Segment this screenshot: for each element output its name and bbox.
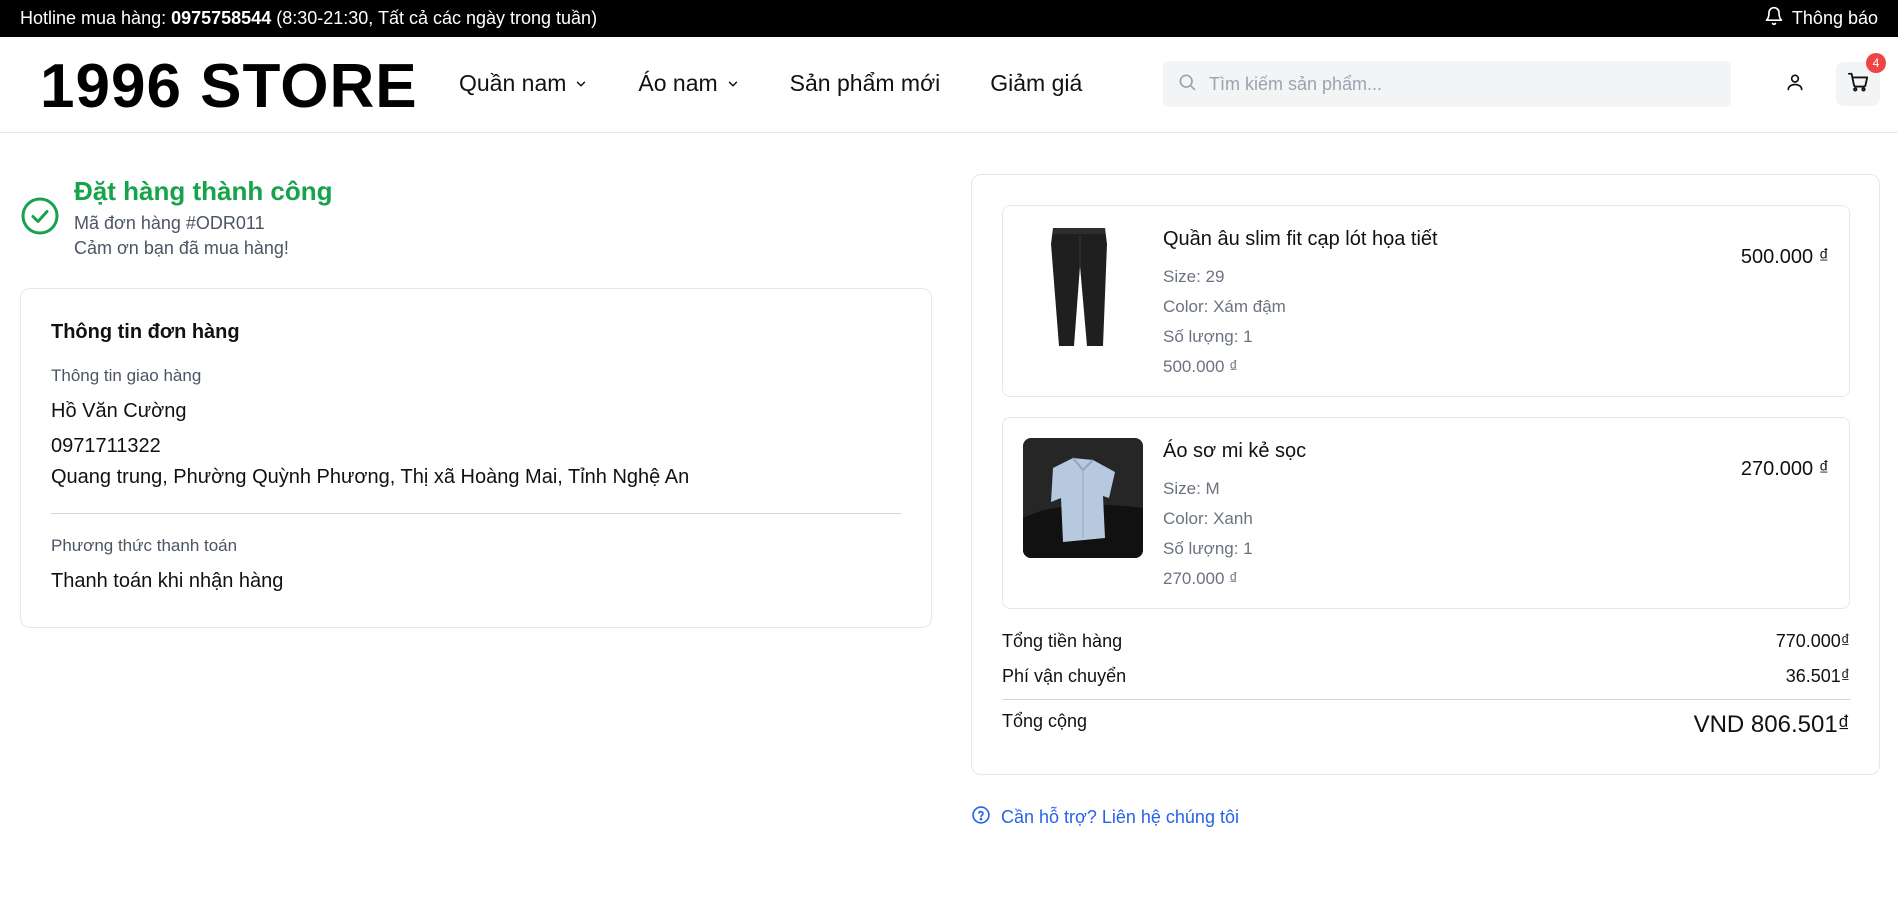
- total-row: Tổng cộng VND 806.501₫: [1002, 711, 1850, 739]
- notification-label: Thông báo: [1791, 8, 1878, 28]
- cart-count-badge: 4: [1866, 53, 1886, 73]
- shipping-fee-row: Phí vận chuyển 36.501₫: [1002, 666, 1850, 687]
- product-image-trousers[interactable]: [1023, 226, 1143, 346]
- top-announcement-bar: Hotline mua hàng: 0975758544 (8:30-21:30…: [0, 0, 1898, 37]
- help-circle-icon: [971, 805, 991, 830]
- hotline-prefix: Hotline mua hàng:: [20, 8, 172, 28]
- chevron-down-icon: [726, 70, 740, 97]
- search-input[interactable]: [1209, 73, 1709, 95]
- customer-address: Quang trung, Phường Quỳnh Phương, Thị xã…: [51, 466, 690, 488]
- product-meta: Size: M Color: Xanh Số lượng: 1 270.000 …: [1163, 474, 1253, 594]
- product-name[interactable]: Áo sơ mi kẻ sọc: [1163, 440, 1306, 463]
- nav-label: Quần nam: [459, 70, 567, 96]
- nav-item-giam-gia[interactable]: Giảm giá: [990, 70, 1082, 97]
- shipping-fee-label: Phí vận chuyển: [1002, 666, 1127, 686]
- hotline-text: Hotline mua hàng: 0975758544 (8:30-21:30…: [20, 8, 597, 29]
- customer-name: Hồ Văn Cường: [51, 400, 187, 422]
- product-unit-price: 270.000 ₫: [1163, 569, 1238, 588]
- notification-button[interactable]: Thông báo: [1764, 6, 1878, 31]
- check-circle-icon: [20, 196, 60, 236]
- customer-phone: 0971711322: [51, 435, 161, 457]
- bell-icon: [1764, 6, 1784, 31]
- product-size: Size: M: [1163, 479, 1220, 498]
- order-summary-panel: Quần âu slim fit cạp lót họa tiết Size: …: [971, 174, 1880, 775]
- nav-label: Giảm giá: [990, 70, 1083, 96]
- nav-label: Sản phẩm mới: [789, 70, 941, 96]
- product-name[interactable]: Quần âu slim fit cạp lót họa tiết: [1163, 228, 1438, 251]
- subtotal-value: 770.000₫: [1775, 631, 1850, 651]
- payment-method-label: Phương thức thanh toán: [51, 536, 238, 555]
- support-link-text: Cần hỗ trợ? Liên hệ chúng tôi: [1001, 807, 1239, 827]
- product-quantity: Số lượng: 1: [1163, 327, 1253, 346]
- total-value: VND 806.501₫: [1693, 711, 1850, 738]
- product-price: 270.000 ₫: [1740, 458, 1829, 480]
- search-box: [1163, 61, 1731, 107]
- shipping-info-label: Thông tin giao hàng: [51, 366, 202, 385]
- product-color: Color: Xám đậm: [1163, 297, 1286, 316]
- order-code: Mã đơn hàng #ODR011: [74, 213, 265, 233]
- section-divider: [51, 513, 901, 514]
- product-color: Color: Xanh: [1163, 509, 1253, 528]
- subtotal-row: Tổng tiền hàng 770.000₫: [1002, 631, 1850, 652]
- payment-method: Thanh toán khi nhận hàng: [51, 570, 284, 592]
- support-link[interactable]: Cần hỗ trợ? Liên hệ chúng tôi: [971, 805, 1239, 830]
- product-size: Size: 29: [1163, 267, 1225, 286]
- hotline-number[interactable]: 0975758544: [171, 8, 271, 28]
- product-quantity: Số lượng: 1: [1163, 539, 1253, 558]
- order-info-card: Thông tin đơn hàng Thông tin giao hàng H…: [20, 288, 932, 628]
- product-meta: Size: 29 Color: Xám đậm Số lượng: 1 500.…: [1163, 262, 1286, 382]
- cart-button[interactable]: 4: [1836, 53, 1886, 106]
- success-title: Đặt hàng thành công: [74, 176, 333, 206]
- product-image-shirt[interactable]: [1023, 438, 1143, 558]
- site-header: 1996 STORE Quần nam Áo nam Sản phẩm mới …: [0, 37, 1898, 133]
- order-item: Quần âu slim fit cạp lót họa tiết Size: …: [1002, 205, 1850, 397]
- total-label: Tổng cộng: [1002, 711, 1088, 731]
- order-success-message: Đặt hàng thành công Mã đơn hàng #ODR011 …: [20, 176, 333, 261]
- hotline-hours: (8:30-21:30, Tất cả các ngày trong tuần): [271, 8, 598, 28]
- chevron-down-icon: [574, 70, 588, 97]
- product-price: 500.000 ₫: [1740, 246, 1829, 268]
- thanks-message: Cảm ơn bạn đã mua hàng!: [74, 238, 289, 258]
- shipping-fee-value: 36.501₫: [1785, 666, 1850, 686]
- user-icon: [1785, 72, 1805, 97]
- order-info-title: Thông tin đơn hàng: [51, 321, 240, 343]
- order-item: Áo sơ mi kẻ sọc Size: M Color: Xanh Số l…: [1002, 417, 1850, 609]
- summary-divider: [1002, 699, 1850, 700]
- nav-item-san-pham-moi[interactable]: Sản phẩm mới: [790, 70, 941, 97]
- subtotal-label: Tổng tiền hàng: [1002, 631, 1123, 651]
- nav-item-quan-nam[interactable]: Quần nam: [459, 70, 588, 97]
- search-icon: [1177, 72, 1197, 97]
- main-nav: Quần nam Áo nam Sản phẩm mới Giảm giá: [459, 70, 1082, 97]
- nav-item-ao-nam[interactable]: Áo nam: [638, 70, 739, 97]
- store-logo[interactable]: 1996 STORE: [40, 51, 418, 122]
- product-unit-price: 500.000 ₫: [1163, 357, 1238, 376]
- account-button[interactable]: [1778, 67, 1812, 101]
- nav-label: Áo nam: [638, 70, 718, 96]
- cart-icon: [1847, 71, 1869, 98]
